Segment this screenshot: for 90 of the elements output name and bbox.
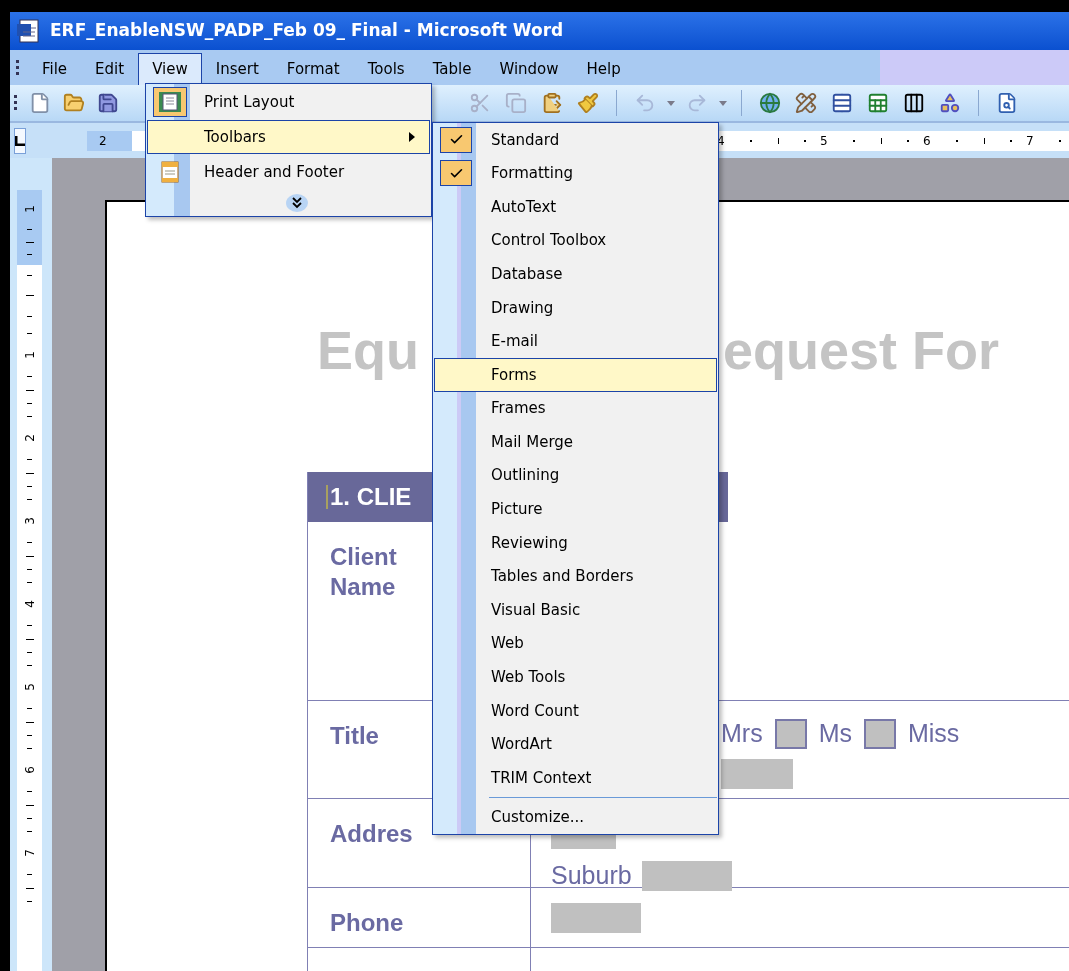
copy-icon — [505, 92, 527, 114]
field-label: Phone — [330, 908, 405, 938]
menu-item[interactable]: Formatting — [434, 156, 717, 191]
menu-item[interactable]: Forms — [434, 358, 717, 392]
paste-icon — [541, 92, 563, 114]
ruler-number: 7 — [21, 849, 38, 858]
document-icon — [16, 19, 42, 43]
save-icon — [97, 92, 119, 114]
pencil-icon — [795, 92, 817, 114]
menu-item[interactable]: Reviewing — [434, 526, 717, 560]
page-layout-icon — [158, 91, 182, 113]
menu-item[interactable]: Customize... — [434, 800, 717, 835]
field-label: Addres — [330, 819, 414, 849]
option-label: Miss — [908, 718, 960, 749]
menu-item[interactable]: Header and Footer — [147, 155, 430, 189]
undo-icon — [634, 92, 656, 114]
tab-stop-icon — [15, 135, 25, 146]
tab-stop-button[interactable] — [14, 127, 26, 154]
grip-icon — [16, 59, 20, 75]
menu-item[interactable]: Format — [272, 53, 354, 85]
dropdown-caret-icon[interactable] — [719, 100, 727, 106]
menu-item[interactable]: Mail Merge — [434, 425, 717, 459]
menu-item[interactable]: Table — [418, 53, 486, 85]
ruler-number: 2 — [21, 434, 38, 443]
header-footer-icon — [160, 161, 180, 183]
ruler-number: 5 — [820, 132, 828, 150]
ruler-number: 4 — [21, 600, 38, 609]
menu-item[interactable]: TRIM Context — [434, 761, 717, 795]
option-label: Mrs — [721, 718, 763, 749]
folder-icon — [63, 92, 85, 114]
menu-item[interactable]: Outlining — [434, 458, 717, 493]
table-icon — [831, 92, 853, 114]
menu-item[interactable]: Toolbars — [147, 120, 430, 154]
text-cursor — [326, 485, 328, 509]
submenu-arrow-icon — [409, 132, 415, 142]
field-label: Client Name — [330, 542, 398, 602]
menu-item[interactable]: Print Layout — [147, 85, 430, 119]
heading-text: equest For — [723, 320, 1000, 380]
menu-item[interactable]: Tools — [353, 53, 419, 85]
ruler-number: 3 — [21, 517, 38, 526]
option-label: Ms — [818, 718, 852, 749]
menu-item[interactable]: Drawing — [434, 290, 717, 325]
menu-item[interactable]: Picture — [434, 492, 717, 527]
menu-item[interactable]: Help — [572, 53, 635, 85]
globe-icon — [759, 92, 781, 114]
menu-item[interactable]: Standard — [434, 123, 717, 157]
menu-item[interactable]: File — [28, 53, 82, 85]
scissors-icon — [469, 92, 491, 114]
field-label: Title — [330, 721, 380, 751]
redo-icon — [686, 92, 708, 114]
new-document-icon — [29, 92, 51, 114]
expand-menu-icon[interactable] — [286, 193, 308, 213]
menu-item[interactable]: Tables and Borders — [434, 559, 717, 594]
grip-icon — [14, 94, 18, 112]
menu-item[interactable]: WordArt — [434, 727, 717, 762]
ruler-number: 5 — [21, 683, 38, 692]
menu-item[interactable]: Window — [485, 53, 573, 85]
menu-item[interactable]: Word Count — [434, 694, 717, 728]
brush-icon — [577, 92, 599, 114]
checkbox[interactable] — [864, 718, 896, 749]
ruler-number: 6 — [21, 766, 38, 775]
menu-item[interactable]: View — [138, 53, 202, 85]
form-field[interactable] — [721, 758, 793, 789]
menu-item[interactable]: Database — [434, 257, 717, 291]
ruler-number: 1 — [21, 204, 38, 213]
menu-item[interactable]: Visual Basic — [434, 593, 717, 627]
menu-item[interactable]: Web — [434, 626, 717, 661]
shapes-icon — [939, 92, 961, 114]
field-label: Suburb — [551, 860, 632, 891]
menu-item[interactable]: Insert — [201, 53, 273, 85]
menu-item[interactable]: E-mail — [434, 324, 717, 359]
ruler-number: 6 — [923, 132, 931, 150]
ruler-number: 1 — [21, 351, 38, 360]
form-field[interactable] — [551, 903, 641, 933]
menu-item[interactable]: Frames — [434, 391, 717, 426]
columns-icon — [903, 92, 925, 114]
checkbox[interactable] — [774, 718, 807, 749]
section-title: 1. CLIE — [330, 482, 412, 512]
heading-text: Equ — [317, 320, 419, 380]
menu-item[interactable]: AutoText — [434, 190, 717, 224]
menu-item[interactable]: Edit — [81, 53, 139, 85]
spreadsheet-icon — [867, 92, 889, 114]
ruler-number: 2 — [99, 132, 107, 150]
menu-item[interactable]: Web Tools — [434, 660, 717, 695]
menu-item[interactable]: Control Toolbox — [434, 223, 717, 258]
window-title: ERF_EnableNSW_PADP_Feb 09_ Final - Microsoft Word — [50, 19, 564, 43]
dropdown-caret-icon[interactable] — [667, 100, 675, 106]
form-field[interactable] — [641, 860, 732, 891]
document-search-icon — [996, 92, 1018, 114]
ruler-number: 7 — [1026, 132, 1034, 150]
